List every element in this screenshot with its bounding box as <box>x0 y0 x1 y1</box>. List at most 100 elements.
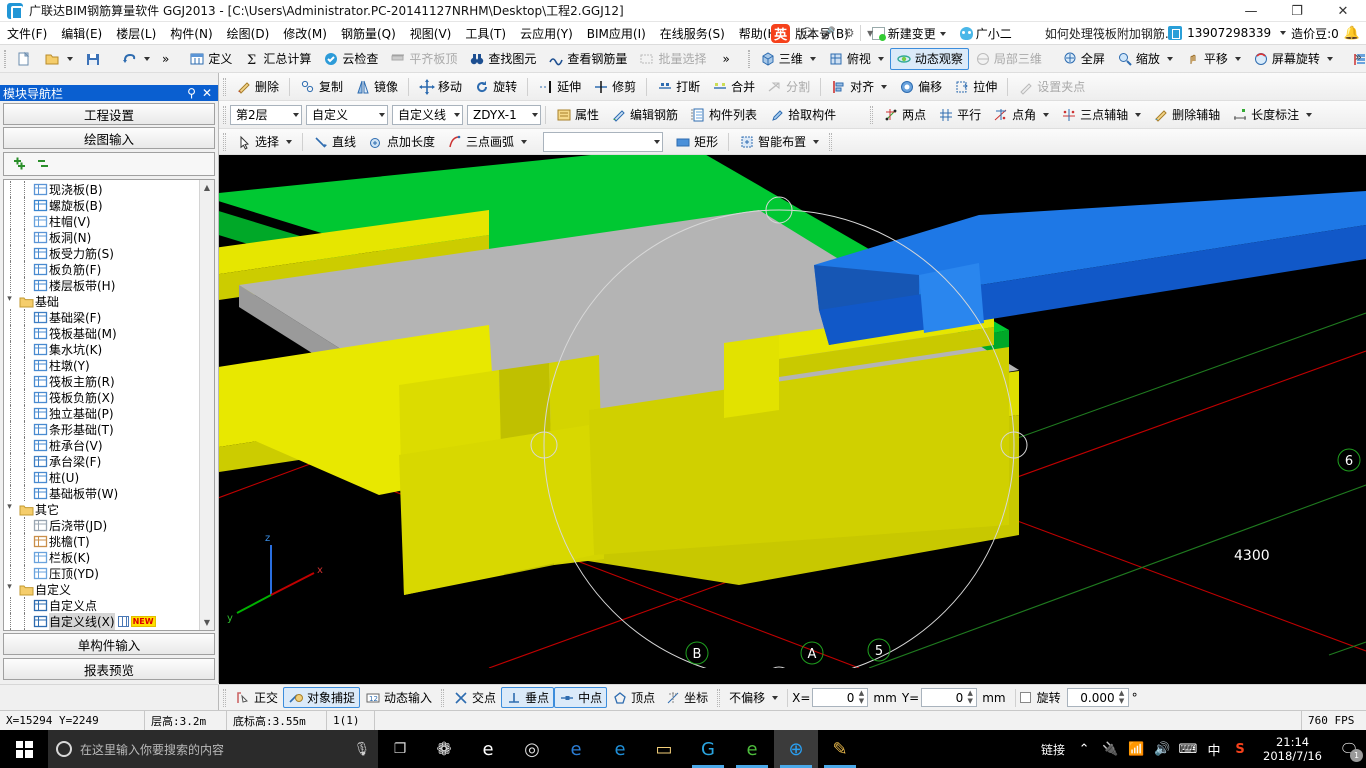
taskbar-app-edge[interactable]: e <box>554 730 598 768</box>
chevron-down-icon[interactable] <box>813 139 820 144</box>
toolbar-overflow-3[interactable]: » <box>1355 50 1362 64</box>
tree-item-23[interactable]: 栏板(K) <box>4 549 199 565</box>
edit-rebar-button[interactable]: 编辑钢筋 <box>605 104 684 126</box>
menu-modify[interactable]: 修改(M) <box>276 23 334 44</box>
chevron-down-icon[interactable] <box>772 695 779 700</box>
tree-item-27[interactable]: 自定义线(X) NEW <box>4 612 199 630</box>
tree-expander[interactable]: ▾ <box>4 581 18 597</box>
chevron-down-icon[interactable] <box>1135 112 1142 117</box>
account-number[interactable]: 13907298339 <box>1187 26 1271 40</box>
coordinate-snap-toggle[interactable]: 坐标 <box>660 687 713 708</box>
element-type-select[interactable]: 自定义线 <box>392 104 464 125</box>
screen-rotate-button[interactable]: 屏幕旋转 <box>1247 48 1339 70</box>
menu-cloud-app[interactable]: 云应用(Y) <box>513 23 580 44</box>
chevron-down-icon[interactable] <box>1043 112 1050 117</box>
chevron-down-icon[interactable] <box>379 112 385 117</box>
toolbar-grip[interactable] <box>747 49 750 68</box>
scroll-down-icon[interactable]: ▼ <box>199 615 214 630</box>
intersection-snap-toggle[interactable]: 交点 <box>448 687 501 708</box>
toolbar-grip[interactable] <box>829 132 833 151</box>
view-3d-button[interactable]: 三维 <box>754 48 822 70</box>
point-angle-axis-button[interactable]: 点角 <box>987 104 1055 126</box>
chevron-down-icon[interactable] <box>293 112 299 117</box>
settings-gear-icon[interactable]: ⚙ <box>841 25 857 41</box>
taskbar-app-ggj[interactable]: ⊕ <box>774 730 818 768</box>
menu-tools[interactable]: 工具(T) <box>458 23 513 44</box>
tree-item-21[interactable]: 后浇带(JD) <box>4 517 199 533</box>
toolbar-grip[interactable] <box>223 105 226 124</box>
element-list-button[interactable]: 构件列表 <box>684 104 763 126</box>
mic-icon[interactable]: 🎤 <box>820 25 836 41</box>
view-rebar-qty-button[interactable]: 查看钢筋量 <box>542 48 633 70</box>
toolbar-overflow-2[interactable]: » <box>716 48 735 70</box>
tree-item-16[interactable]: 桩承台(V) <box>4 437 199 453</box>
taskbar-app-spiral[interactable]: ◎ <box>510 730 554 768</box>
floor-select[interactable]: 第2层 <box>230 104 302 125</box>
minimize-button[interactable]: — <box>1228 0 1274 22</box>
emoji-icon[interactable]: ☺ <box>799 25 815 41</box>
line-tool-button[interactable]: 直线 <box>307 131 362 153</box>
summary-calc-button[interactable]: Σ 汇总计算 <box>238 48 317 70</box>
chevron-down-icon[interactable] <box>454 112 461 117</box>
three-point-axis-button[interactable]: 三点辅轴 <box>1055 104 1147 126</box>
tree-item-0[interactable]: 现浇板(B) <box>4 181 199 197</box>
tab-single-element-input[interactable]: 单构件输入 <box>3 633 215 655</box>
menu-floor[interactable]: 楼层(L) <box>109 23 163 44</box>
three-point-arc-button[interactable]: 三点画弧 <box>441 131 533 153</box>
tree-item-14[interactable]: 独立基础(P) <box>4 405 199 421</box>
chevron-down-icon[interactable] <box>67 56 73 61</box>
battery-icon[interactable]: 🔌 <box>1097 730 1123 768</box>
microphone-icon[interactable]: 🎙 <box>353 742 370 757</box>
sogou-ime-icon[interactable]: 英 <box>771 23 791 43</box>
extend-button[interactable]: 延伸 <box>532 76 587 98</box>
split-button[interactable]: 分割 <box>761 76 816 98</box>
tree-item-19[interactable]: 基础板带(W) <box>4 485 199 501</box>
new-file-button[interactable] <box>10 48 38 70</box>
menu-bim-app[interactable]: BIM应用(I) <box>580 23 653 44</box>
taskbar-app-green-e[interactable]: e <box>730 730 774 768</box>
chevron-down-icon[interactable] <box>881 84 888 89</box>
save-file-button[interactable] <box>79 48 107 70</box>
clock[interactable]: 21:14 2018/7/16 <box>1253 735 1332 763</box>
cloud-check-button[interactable]: 云检查 <box>317 48 384 70</box>
rotate-checkbox[interactable] <box>1019 692 1031 703</box>
taskbar-search[interactable]: 在这里输入你要搜索的内容 🎙 <box>48 730 378 768</box>
midpoint-snap-toggle[interactable]: 中点 <box>554 687 608 708</box>
smart-layout-button[interactable]: 智能布置 <box>733 131 825 153</box>
taskbar-app-notepad[interactable]: ✎ <box>818 730 862 768</box>
tab-project-settings[interactable]: 工程设置 <box>3 103 215 125</box>
tree-item-3[interactable]: 板洞(N) <box>4 229 199 245</box>
menu-edit[interactable]: 编辑(E) <box>54 23 109 44</box>
dynamic-input-toggle[interactable]: 12 动态输入 <box>360 687 437 708</box>
batch-select-button[interactable]: 批量选择 <box>633 48 712 70</box>
tree-item-13[interactable]: 筏板负筋(X) <box>4 389 199 405</box>
element-name-select[interactable]: ZDYX-1 <box>467 104 542 125</box>
x-spinner[interactable]: ▲ ▼ <box>856 690 866 705</box>
menu-draw[interactable]: 绘图(D) <box>220 23 277 44</box>
parallel-axis-button[interactable]: 平行 <box>932 104 987 126</box>
delete-button[interactable]: 删除 <box>230 76 285 98</box>
task-view-button[interactable]: ❐ <box>378 730 422 768</box>
menu-online-service[interactable]: 在线服务(S) <box>653 23 732 44</box>
toolbar-grip[interactable] <box>4 49 6 68</box>
tree-item-6[interactable]: 楼层板带(H) <box>4 277 199 293</box>
tab-drawing-input[interactable]: 绘图输入 <box>3 127 215 149</box>
fullscreen-button[interactable]: 全屏 <box>1056 48 1111 70</box>
two-point-axis-button[interactable]: 两点 <box>877 104 932 126</box>
pin-icon[interactable]: ⚲ <box>187 86 196 100</box>
ime-cn-icon[interactable]: 中 <box>1201 730 1227 768</box>
toolbar-grip[interactable] <box>223 77 226 96</box>
taskbar-app-ie[interactable]: e <box>598 730 642 768</box>
chevron-down-icon[interactable] <box>877 56 884 61</box>
perpendicular-snap-toggle[interactable]: 垂点 <box>501 687 555 708</box>
trim-button[interactable]: 修剪 <box>587 76 642 98</box>
length-dimension-button[interactable]: 长度标注 <box>1226 104 1318 126</box>
caret-icon[interactable]: ▾ <box>862 25 878 41</box>
partial-3d-button[interactable]: 局部三维 <box>969 48 1048 70</box>
taskbar-app-flower[interactable]: ❁ <box>422 730 466 768</box>
chevron-down-icon[interactable] <box>1306 112 1313 117</box>
chevron-down-icon[interactable] <box>144 56 150 61</box>
tree-item-25[interactable]: ▾ 自定义 <box>4 581 199 597</box>
tray-expand-icon[interactable]: ⌃ <box>1071 730 1097 768</box>
chevron-down-icon[interactable] <box>1234 56 1241 61</box>
